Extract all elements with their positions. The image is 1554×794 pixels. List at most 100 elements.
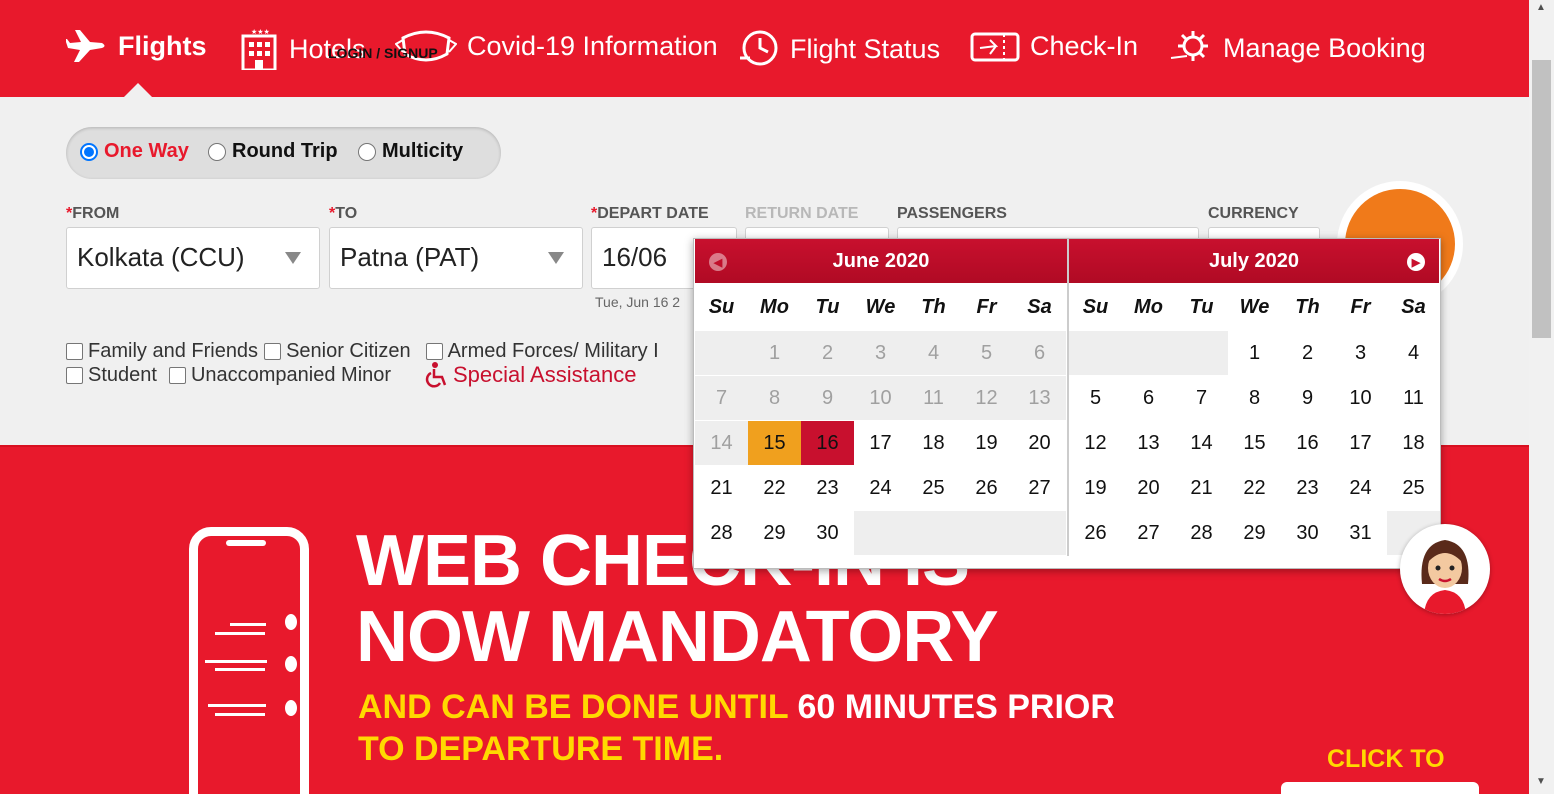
checkbox-unaccompanied-minor[interactable]: Unaccompanied Minor [168,364,392,387]
banner-subline-2: TO DEPARTURE TIME. [358,730,724,768]
checkbox[interactable] [168,367,186,384]
calendar-day[interactable]: 29 [1228,511,1281,556]
calendar-day[interactable]: 20 [1122,466,1175,511]
calendar-day[interactable]: 13 [1122,421,1175,466]
calendar-day[interactable]: 19 [1069,466,1122,511]
checkbox[interactable] [66,343,83,360]
calendar-day[interactable]: 11 [1387,376,1440,421]
calendar-day[interactable]: 14 [1175,421,1228,466]
calendar-day[interactable]: 22 [1228,466,1281,511]
nav-flights[interactable]: Flights [66,28,207,64]
nav-label: Covid-19 Information [467,30,718,61]
selected-day[interactable]: 16 [801,421,854,466]
calendar-day[interactable]: 3 [1334,331,1387,376]
banner-cta-button[interactable] [1281,782,1479,794]
calendar-day[interactable]: 29 [748,511,801,556]
calendar-day[interactable]: 24 [1334,466,1387,511]
calendar-day[interactable]: 2 [1281,331,1334,376]
calendar-day[interactable]: 25 [907,466,960,511]
radio-button[interactable] [80,142,98,161]
calendar-day[interactable]: 9 [1281,376,1334,421]
calendar-day[interactable]: 18 [1387,421,1440,466]
calendar-day[interactable]: 10 [1334,376,1387,421]
phone-line [215,632,265,635]
weekday-label: We [1239,295,1270,318]
checkbox[interactable] [264,343,282,360]
checkbox[interactable] [425,343,443,360]
radio-one-way[interactable]: One Way [80,140,189,163]
weekday-label: Fr [1350,295,1371,318]
calendar-day[interactable]: 21 [695,466,748,511]
calendar-day[interactable]: 26 [1069,511,1122,556]
radio-multicity[interactable]: Multicity [358,140,463,163]
calendar-day[interactable]: 22 [748,466,801,511]
disabled-day: 12 [960,376,1013,421]
weekday-label: Mo [1134,295,1163,318]
calendar-day[interactable]: 28 [695,511,748,556]
nav-flight-status[interactable]: Flight Status [738,28,940,70]
calendar-day[interactable]: 30 [1281,511,1334,556]
nav-label: Manage Booking [1223,32,1426,63]
radio-button[interactable] [358,142,376,161]
nav-manage-booking[interactable]: Manage Booking [1169,28,1426,68]
checkbox-armed-forces[interactable]: Armed Forces/ Military I [425,340,659,363]
calendar-day[interactable]: 16 [1281,421,1334,466]
ticket-icon [970,32,1020,62]
checkbox-senior-citizen[interactable]: Senior Citizen [264,340,411,363]
nav-covid-info[interactable]: Covid-19 Information [395,28,718,64]
calendar-day[interactable]: 21 [1175,466,1228,511]
calendar-month-june: ◀ June 2020 Su Mo Tu We Th Fr Sa 1 2 3 4 5 6 7 8 9 10 11… [695,239,1067,556]
calendar-day[interactable]: 4 [1387,331,1440,376]
to-select[interactable]: Patna (PAT) [329,227,583,289]
checkbox-family-friends[interactable]: Family and Friends [66,340,258,363]
calendar-day[interactable]: 1 [1228,331,1281,376]
month-title: July 2020 [1208,249,1300,272]
today-day[interactable]: 15 [748,421,801,466]
calendar-day[interactable]: 31 [1334,511,1387,556]
calendar-day[interactable]: 7 [1175,376,1228,421]
checkbox[interactable] [66,367,83,384]
calendar-day[interactable]: 28 [1175,511,1228,556]
special-assistance-link[interactable]: Special Assistance [425,362,636,388]
calendar-day[interactable]: 27 [1122,511,1175,556]
calendar-day[interactable]: 23 [1281,466,1334,511]
from-select[interactable]: Kolkata (CCU) [66,227,320,289]
special-assistance-label: Special Assistance [453,362,637,387]
login-signup-link[interactable]: LOGIN / SIGNUP [328,45,438,61]
calendar-day[interactable]: 12 [1069,421,1122,466]
radio-button[interactable] [208,142,226,161]
scroll-thumb[interactable] [1532,60,1551,338]
calendar-day[interactable]: 23 [801,466,854,511]
calendar-day[interactable]: 26 [960,466,1013,511]
date-picker: ◀ June 2020 Su Mo Tu We Th Fr Sa 1 2 3 4 5 6 7 8 9 10 11… [693,238,1441,569]
calendar-day[interactable]: 25 [1387,466,1440,511]
calendar-day[interactable]: 17 [854,421,907,466]
scroll-down-arrow[interactable]: ▼ [1536,776,1546,787]
scroll-up-arrow[interactable]: ▲ [1536,2,1546,13]
weekday-label: Tu [1189,295,1214,318]
calendar-day[interactable]: 15 [1228,421,1281,466]
weekday-header: Su Mo Tu We Th Fr Sa [695,283,1067,331]
calendar-day[interactable]: 18 [907,421,960,466]
calendar-day[interactable]: 30 [801,511,854,556]
checkbox-row-1: Family and Friends Senior Citizen Armed … [66,340,659,363]
chat-assistant-avatar[interactable] [1400,524,1490,614]
checkbox-student[interactable]: Student [66,364,157,387]
weekday-label: Th [1295,295,1320,318]
calendar-day[interactable]: 6 [1122,376,1175,421]
checkbox-label: Unaccompanied Minor [190,364,392,386]
calendar-day[interactable]: 5 [1069,376,1122,421]
calendar-day[interactable]: 19 [960,421,1013,466]
next-month-icon[interactable]: ▶ [1407,253,1425,271]
calendar-day[interactable]: 27 [1013,466,1066,511]
calendar-day[interactable]: 17 [1334,421,1387,466]
calendar-day[interactable]: 20 [1013,421,1066,466]
wheelchair-icon [425,362,447,388]
chevron-down-icon [285,252,301,264]
nav-check-in[interactable]: Check-In [970,28,1138,64]
calendar-day[interactable]: 8 [1228,376,1281,421]
prev-month-icon[interactable]: ◀ [709,253,727,271]
calendar-day[interactable]: 24 [854,466,907,511]
radio-round-trip[interactable]: Round Trip [208,140,338,163]
active-nav-pointer [124,83,152,97]
